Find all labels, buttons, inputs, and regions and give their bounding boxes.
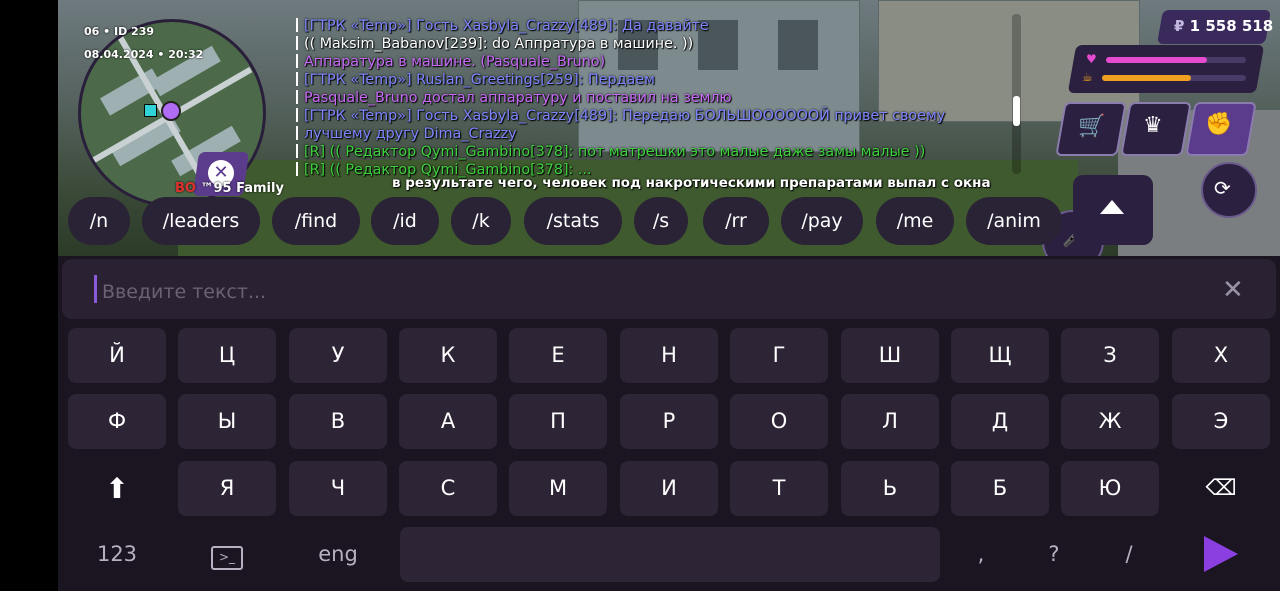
key-У[interactable]: У — [289, 328, 387, 383]
chat-line: (( Maksim_Babanov[239]: do Аппратура в м… — [296, 35, 996, 53]
command-button[interactable]: /me — [876, 197, 954, 245]
map-marker-icon — [144, 104, 157, 117]
language-key[interactable]: eng — [289, 527, 387, 582]
key-К[interactable]: К — [399, 328, 497, 383]
key-Н[interactable]: Н — [620, 328, 718, 383]
key-Ф[interactable]: Ф — [68, 394, 166, 449]
key-А[interactable]: А — [399, 394, 497, 449]
stats-panel — [1067, 45, 1265, 93]
key-Ю[interactable]: Ю — [1061, 461, 1159, 516]
key-З[interactable]: З — [1061, 328, 1159, 383]
money-amount: ₽ 1 558 518 — [1174, 17, 1274, 35]
camera-rotate-icon: ⟳ — [1214, 176, 1231, 200]
key-Т[interactable]: Т — [730, 461, 828, 516]
key-Ы[interactable]: Ы — [178, 394, 276, 449]
key-О[interactable]: О — [730, 394, 828, 449]
command-button[interactable]: /n — [68, 197, 130, 245]
key-Л[interactable]: Л — [841, 394, 939, 449]
chat-line: лучшему другу Dima_Crazzy — [296, 125, 996, 143]
map-player-id: 06 • ID 239 — [84, 25, 155, 38]
arrow-up-icon — [1100, 200, 1124, 214]
food-icon: ☕ — [1082, 70, 1093, 84]
chat-line: Аппаратура в машине. (Pasquale_Bruno) — [296, 53, 996, 71]
fist-icon: ✊ — [1205, 112, 1233, 137]
terminal-icon: >_ — [211, 546, 243, 570]
command-button[interactable]: /rr — [703, 197, 769, 245]
chat-line: [R] (( Редактор Qymi_Gambino[378]: пот м… — [296, 143, 996, 161]
key-Ч[interactable]: Ч — [289, 461, 387, 516]
key-Й[interactable]: Й — [68, 328, 166, 383]
player-marker-icon — [161, 101, 181, 121]
command-button[interactable]: /pay — [781, 197, 863, 245]
key-Щ[interactable]: Щ — [951, 328, 1049, 383]
chat-line: [ГТРК «Temp»] Гость Xasbyla_Crazzy[489]:… — [296, 17, 996, 35]
chat-log: [ГТРК «Temp»] Гость Xasbyla_Crazzy[489]:… — [296, 17, 996, 179]
key-М[interactable]: М — [509, 461, 607, 516]
key-В[interactable]: В — [289, 394, 387, 449]
key-П[interactable]: П — [509, 394, 607, 449]
command-button[interactable]: /s — [634, 197, 688, 245]
command-button[interactable]: /stats — [524, 197, 622, 245]
command-button[interactable]: /leaders — [142, 197, 260, 245]
key-Г[interactable]: Г — [730, 328, 828, 383]
left-edge — [0, 0, 58, 591]
key-Е[interactable]: Е — [509, 328, 607, 383]
key-Р[interactable]: Р — [620, 394, 718, 449]
send-icon[interactable] — [1204, 536, 1238, 572]
chat-scroll-track[interactable] — [1012, 14, 1021, 174]
text-caret — [94, 275, 97, 303]
slash-key[interactable]: / — [1080, 527, 1178, 582]
heart-icon: ♥ — [1086, 52, 1097, 66]
key-Ц[interactable]: Ц — [178, 328, 276, 383]
cart-icon: 🛒 — [1078, 114, 1106, 139]
chat-line: [ГТРК «Temp»] Гость Xasbyla_Crazzy[489]:… — [296, 107, 996, 125]
key-Э[interactable]: Э — [1172, 394, 1270, 449]
key-С[interactable]: С — [399, 461, 497, 516]
news-line: в результате чего, человек под накротиче… — [392, 175, 991, 191]
map-datetime: 08.04.2024 • 20:32 — [84, 48, 204, 61]
chat-input[interactable] — [100, 279, 704, 305]
key-Х[interactable]: Х — [1172, 328, 1270, 383]
terminal-key[interactable]: >_ — [178, 527, 276, 582]
command-button[interactable]: /anim — [966, 197, 1062, 245]
hunger-bar — [1102, 75, 1246, 81]
crown-icon: ♛ — [1143, 113, 1163, 138]
command-button[interactable]: /k — [451, 197, 511, 245]
key-Я[interactable]: Я — [178, 461, 276, 516]
family-tag: BO ™95 Family — [175, 181, 284, 196]
key-Ш[interactable]: Ш — [841, 328, 939, 383]
key-Ь[interactable]: Ь — [841, 461, 939, 516]
numbers-key[interactable]: 123 — [68, 527, 166, 582]
command-button[interactable]: /id — [371, 197, 439, 245]
key-Ж[interactable]: Ж — [1061, 394, 1159, 449]
backspace-icon[interactable]: ⌫ — [1172, 461, 1270, 516]
chat-line: Pasquale_Bruno достал аппаратуру и поста… — [296, 89, 996, 107]
close-icon[interactable]: ✕ — [1222, 275, 1244, 305]
space-key[interactable] — [400, 527, 940, 582]
key-Б[interactable]: Б — [951, 461, 1049, 516]
command-button[interactable]: /find — [272, 197, 360, 245]
health-bar — [1106, 57, 1246, 63]
shift-icon[interactable]: ⬆ — [68, 461, 166, 516]
key-И[interactable]: И — [620, 461, 718, 516]
key-Д[interactable]: Д — [951, 394, 1049, 449]
chat-scrollbar[interactable] — [1013, 96, 1020, 126]
chat-line: [ГТРК «Temp»] Ruslan_Greetings[259]: Пер… — [296, 71, 996, 89]
